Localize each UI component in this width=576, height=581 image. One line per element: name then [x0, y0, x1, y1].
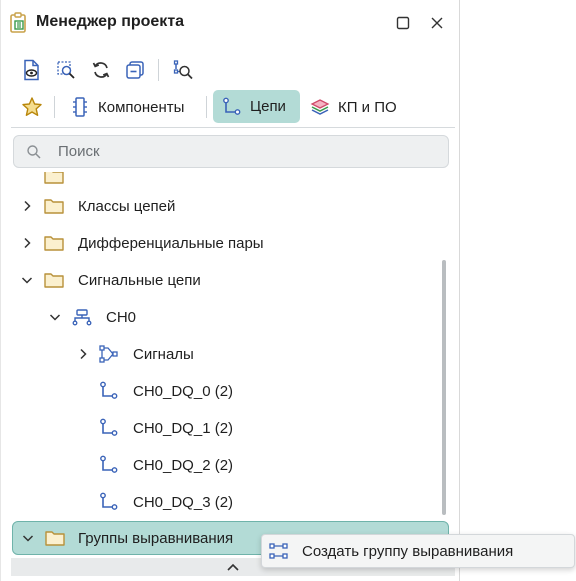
folder-icon — [43, 195, 65, 217]
folder-icon — [43, 172, 65, 187]
chevron-up-icon — [227, 563, 239, 571]
chevron-down-icon[interactable] — [47, 309, 63, 325]
tab-components-label: Компоненты — [98, 98, 185, 116]
zoom-selection-icon — [57, 61, 75, 79]
component-icon — [69, 96, 91, 118]
tree-item-label: Дифференциальные пары — [78, 234, 264, 252]
document-eye-icon — [24, 59, 39, 81]
show-document-button[interactable] — [18, 56, 46, 84]
bus-icon — [71, 306, 93, 328]
match-group-icon — [268, 540, 290, 562]
window-title: Менеджер проекта — [36, 13, 185, 30]
tab-nets-label: Цепи — [250, 98, 286, 115]
divider — [11, 127, 455, 128]
net-icon — [98, 380, 120, 402]
tree-item-label: CH0_DQ_1 (2) — [133, 419, 234, 437]
net-icon — [98, 491, 120, 513]
search-box[interactable] — [13, 135, 449, 168]
close-button[interactable] — [427, 13, 447, 33]
project-manager-icon — [9, 12, 29, 34]
tree-item-net-classes[interactable]: Классы цепей — [11, 190, 449, 222]
net-tree: Классы цепей Дифференциальные пары Сигна… — [1, 172, 461, 560]
chevron-down-icon[interactable] — [19, 272, 35, 288]
tab-pads-vias-label: КП и ПО — [338, 98, 397, 116]
collapse-all-icon — [126, 61, 144, 79]
menu-item-label: Создать группу выравнивания — [302, 542, 514, 560]
tree-item-label: Группы выравнивания — [78, 529, 234, 547]
chevron-down-icon[interactable] — [20, 530, 36, 546]
project-manager-panel: Менеджер проекта Компоненты Цепи КП и ПО… — [0, 0, 460, 581]
find-selected-button[interactable] — [52, 56, 80, 84]
chevron-right-icon[interactable] — [75, 346, 91, 362]
tree-item-signals[interactable]: Сигналы — [11, 338, 449, 370]
chevron-right-icon[interactable] — [19, 198, 35, 214]
tree-item-label: Сигнальные цепи — [78, 271, 201, 289]
context-menu: Создать группу выравнивания — [261, 534, 575, 568]
net-icon — [221, 96, 243, 118]
search-input[interactable] — [58, 143, 418, 160]
tree-item-label: Сигналы — [133, 345, 194, 363]
tree-item-label: Классы цепей — [78, 197, 176, 215]
tree-item-label: CH0_DQ_3 (2) — [133, 493, 234, 511]
maximize-button[interactable] — [393, 13, 413, 33]
close-icon — [431, 17, 443, 29]
tree-item-ch0[interactable]: CH0 — [11, 301, 449, 333]
tree-item-net[interactable]: CH0_DQ_2 (2) — [11, 449, 449, 481]
layers-icon — [309, 96, 331, 118]
refresh-button[interactable] — [87, 56, 115, 84]
maximize-icon — [396, 16, 410, 30]
tab-pads-vias[interactable]: КП и ПО — [307, 91, 417, 123]
tree-item-net[interactable]: CH0_DQ_0 (2) — [11, 375, 449, 407]
vertical-scrollbar[interactable] — [442, 260, 446, 515]
create-match-group-menu-item[interactable]: Создать группу выравнивания — [262, 535, 574, 567]
net-search-icon — [173, 60, 193, 80]
favorites-button[interactable] — [17, 92, 47, 122]
refresh-icon — [92, 62, 110, 78]
tree-item-partial — [11, 172, 449, 192]
net-icon — [98, 454, 120, 476]
title-bar: Менеджер проекта — [1, 0, 461, 46]
collapse-all-button[interactable] — [121, 56, 149, 84]
toolbar-separator — [158, 59, 159, 81]
chevron-right-icon[interactable] — [19, 235, 35, 251]
tree-item-signal-nets[interactable]: Сигнальные цепи — [11, 264, 449, 296]
search-icon — [24, 142, 44, 162]
tree-item-label: CH0_DQ_0 (2) — [133, 382, 234, 400]
star-icon — [22, 97, 42, 116]
folder-icon — [44, 527, 66, 549]
tab-nets[interactable]: Цепи — [213, 90, 300, 123]
tree-item-label: CH0_DQ_2 (2) — [133, 456, 234, 474]
tree-item-label: CH0 — [106, 308, 137, 326]
folder-icon — [43, 232, 65, 254]
folder-icon — [43, 269, 65, 291]
tab-components[interactable]: Компоненты — [65, 91, 199, 123]
toolbar-separator — [206, 96, 207, 118]
signals-icon — [98, 343, 120, 365]
tree-item-net[interactable]: CH0_DQ_1 (2) — [11, 412, 449, 444]
net-icon — [98, 417, 120, 439]
tree-item-diff-pairs[interactable]: Дифференциальные пары — [11, 227, 449, 259]
tree-item-net[interactable]: CH0_DQ_3 (2) — [11, 486, 449, 518]
toolbar-separator — [54, 96, 55, 118]
net-search-button[interactable] — [169, 56, 197, 84]
